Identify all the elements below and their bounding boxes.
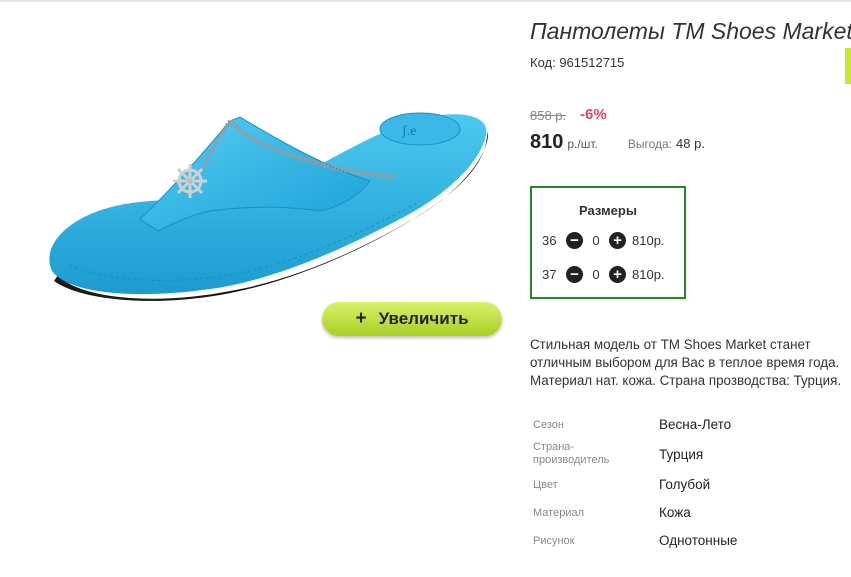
description-line: отличным выбором для Вас в теплое время … xyxy=(530,355,840,370)
plus-icon: + xyxy=(355,308,367,329)
plus-icon[interactable]: + xyxy=(609,265,626,283)
benefit-label: Выгода: xyxy=(627,137,673,151)
size-row: 37 − 0 + 810р. xyxy=(542,265,665,283)
product-image[interactable]: ʃ.e xyxy=(40,95,500,315)
attr-label-color: Цвет xyxy=(533,479,558,491)
benefit-value: 48 р. xyxy=(676,136,705,151)
size-price: 810р. xyxy=(632,266,665,282)
attr-label-season: Сезон xyxy=(533,419,564,431)
attr-value-material: Кожа xyxy=(659,505,691,520)
attr-value-color: Голубой xyxy=(659,477,711,492)
minus-icon[interactable]: − xyxy=(566,265,583,283)
attr-label-country: Страна-производитель xyxy=(533,441,610,466)
plus-icon[interactable]: + xyxy=(609,231,626,249)
size-number: 37 xyxy=(542,266,557,282)
quantity-value[interactable]: 0 xyxy=(583,267,609,282)
size-number: 36 xyxy=(542,232,557,248)
product-code: Код: 961512715 xyxy=(530,55,625,70)
current-price: 810 xyxy=(530,131,564,153)
product-description: Стильная модель от ТМ Shoes Market стане… xyxy=(530,336,851,390)
attr-label-pattern: Рисунок xyxy=(533,535,575,547)
minus-icon[interactable]: − xyxy=(566,231,583,249)
discount-badge: -6% xyxy=(580,106,607,123)
sizes-box: Размеры 36 − 0 + 810р. 37 − 0 + 810р. xyxy=(530,186,686,299)
attr-label-material: Материал xyxy=(533,507,584,519)
price-unit: р./шт. xyxy=(567,137,598,151)
attr-value-season: Весна-Лето xyxy=(659,417,732,432)
zoom-button-label: Увеличить xyxy=(378,309,469,328)
size-row: 36 − 0 + 810р. xyxy=(542,231,665,249)
product-title: Пантолеты TM Shoes Market xyxy=(530,18,851,44)
price-row: 810 р./шт. Выгода: 48 р. xyxy=(530,131,705,154)
attr-value-country: Турция xyxy=(659,447,704,462)
size-price: 810р. xyxy=(632,232,665,248)
buy-button-edge[interactable] xyxy=(845,48,851,84)
description-line: Материал нат. кожа. Страна прозводства: … xyxy=(530,373,842,388)
zoom-button[interactable]: + Увеличить xyxy=(322,302,502,336)
sizes-title: Размеры xyxy=(579,203,637,218)
svg-text:ʃ.e: ʃ.e xyxy=(401,124,416,139)
old-price: 858 р. xyxy=(530,108,567,123)
quantity-value[interactable]: 0 xyxy=(583,233,609,248)
top-divider xyxy=(0,0,851,2)
description-line: Стильная модель от ТМ Shoes Market стане… xyxy=(530,337,811,352)
attr-value-pattern: Однотонные xyxy=(659,533,738,548)
